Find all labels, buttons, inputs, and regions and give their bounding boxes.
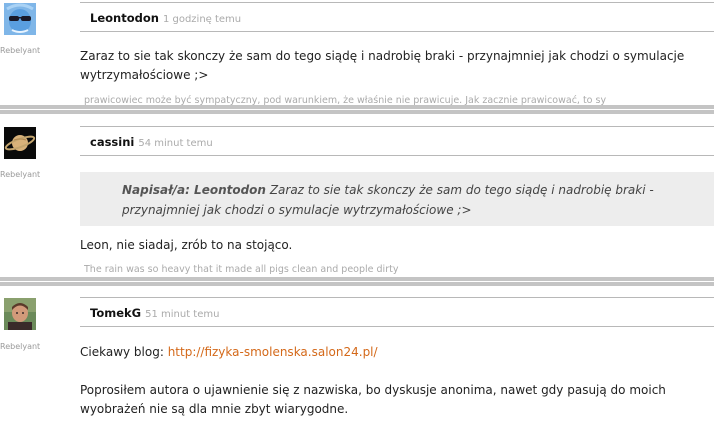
user-rank: Rebelyant bbox=[0, 46, 41, 55]
avatar[interactable] bbox=[4, 3, 36, 35]
comment-cassini: Rebelyant cassini 54 minut temu Napisał/a… bbox=[0, 118, 714, 278]
comment-text-paragraph: Poprosiłem autora o ujawnienie się z naz… bbox=[80, 383, 666, 416]
author-link[interactable]: cassini 54 minut temu bbox=[90, 135, 213, 149]
quote-prefix: Napisał/a: Leontodon bbox=[122, 183, 266, 197]
comment-header: cassini 54 minut temu bbox=[80, 126, 714, 156]
comment-text: Leon, nie siadaj, zrób to na stojąco. bbox=[80, 238, 293, 252]
comment-header: TomekG 51 minut temu bbox=[80, 297, 714, 327]
author-name[interactable]: Leontodon bbox=[90, 11, 159, 25]
author-link[interactable]: Leontodon 1 godzinę temu bbox=[90, 11, 241, 25]
blog-link[interactable]: http://fizyka-smolenska.salon24.pl/ bbox=[168, 345, 378, 359]
comment-header: Leontodon 1 godzinę temu bbox=[80, 2, 714, 32]
comment-text: Ciekawy blog: http://fizyka-smolenska.sa… bbox=[80, 343, 704, 362]
comment-divider bbox=[0, 277, 714, 286]
timestamp: 54 minut temu bbox=[138, 138, 213, 149]
timestamp: 1 godzinę temu bbox=[162, 14, 242, 25]
quote-block: Napisał/a: Leontodon Zaraz to sie tak sk… bbox=[80, 172, 714, 226]
comment-tomekg: Rebelyant TomekG 51 minut temu Ciekawy bl… bbox=[0, 287, 714, 422]
comment-leontodon: Rebelyant Leontodon 1 godzinę temu Zaraz … bbox=[0, 0, 714, 106]
avatar[interactable] bbox=[4, 127, 36, 159]
signature: The rain was so heavy that it made all p… bbox=[84, 264, 399, 275]
comment-divider bbox=[0, 105, 714, 114]
author-name[interactable]: cassini bbox=[90, 135, 134, 149]
comment-text: Zaraz to sie tak skonczy że sam do tego … bbox=[80, 49, 685, 82]
user-rank: Rebelyant bbox=[0, 342, 41, 351]
author-link[interactable]: TomekG 51 minut temu bbox=[90, 306, 219, 320]
avatar[interactable] bbox=[4, 298, 36, 330]
text-prefix: Ciekawy blog: bbox=[80, 345, 168, 359]
author-name[interactable]: TomekG bbox=[90, 306, 141, 320]
timestamp: 51 minut temu bbox=[145, 309, 220, 320]
user-rank: Rebelyant bbox=[0, 170, 41, 179]
